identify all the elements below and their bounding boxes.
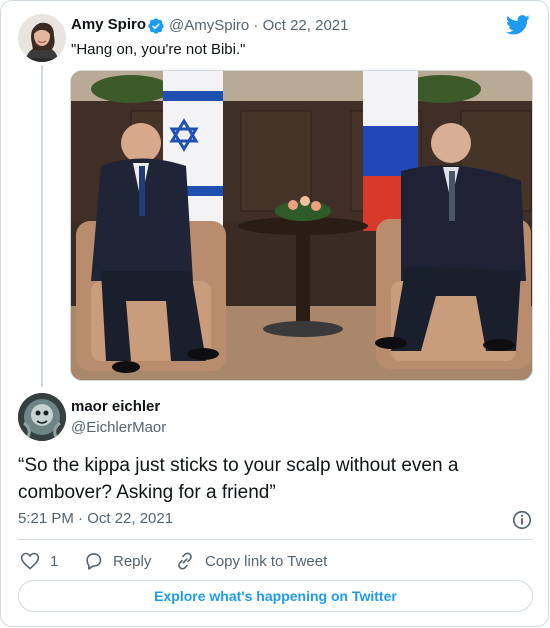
tweet-author-handle[interactable]: @EichlerMaor bbox=[71, 419, 166, 436]
link-icon bbox=[178, 552, 192, 570]
twitter-bird-icon[interactable] bbox=[506, 15, 530, 35]
quoted-author-handle-date[interactable]: @AmySpiro · Oct 22, 2021 bbox=[169, 17, 348, 34]
quoted-author-name[interactable]: Amy Spiro bbox=[71, 16, 146, 33]
actions-divider bbox=[18, 539, 533, 540]
reply-button[interactable]: Reply bbox=[83, 550, 151, 572]
explore-twitter-button[interactable]: Explore what's happening on Twitter bbox=[18, 580, 533, 612]
reply-label: Reply bbox=[113, 552, 152, 570]
like-button[interactable]: 1 bbox=[20, 550, 58, 572]
tweet-embed-card: Amy Spiro @AmySpiro · Oct 22, 2021 "Hang… bbox=[0, 0, 549, 627]
copy-link-label: Copy link to Tweet bbox=[205, 552, 328, 570]
tweet-text: “So the kippa just sticks to your scalp … bbox=[18, 455, 459, 503]
reply-icon bbox=[86, 553, 102, 570]
amy-spiro-avatar[interactable] bbox=[18, 14, 66, 62]
tweet-author-name[interactable]: maor eichler bbox=[71, 398, 160, 415]
heart-icon bbox=[20, 552, 40, 570]
tweet-photo[interactable] bbox=[70, 70, 533, 381]
quoted-tweet-text: "Hang on, you're not Bibi." bbox=[71, 41, 246, 58]
copy-link-button[interactable]: Copy link to Tweet bbox=[175, 550, 327, 572]
verified-badge-icon bbox=[148, 18, 164, 34]
info-icon[interactable] bbox=[511, 509, 533, 531]
like-count: 1 bbox=[50, 552, 59, 570]
thread-connector-line bbox=[41, 65, 43, 387]
maor-eichler-avatar[interactable] bbox=[18, 393, 66, 441]
tweet-timestamp[interactable]: 5:21 PM · Oct 22, 2021 bbox=[18, 510, 173, 527]
